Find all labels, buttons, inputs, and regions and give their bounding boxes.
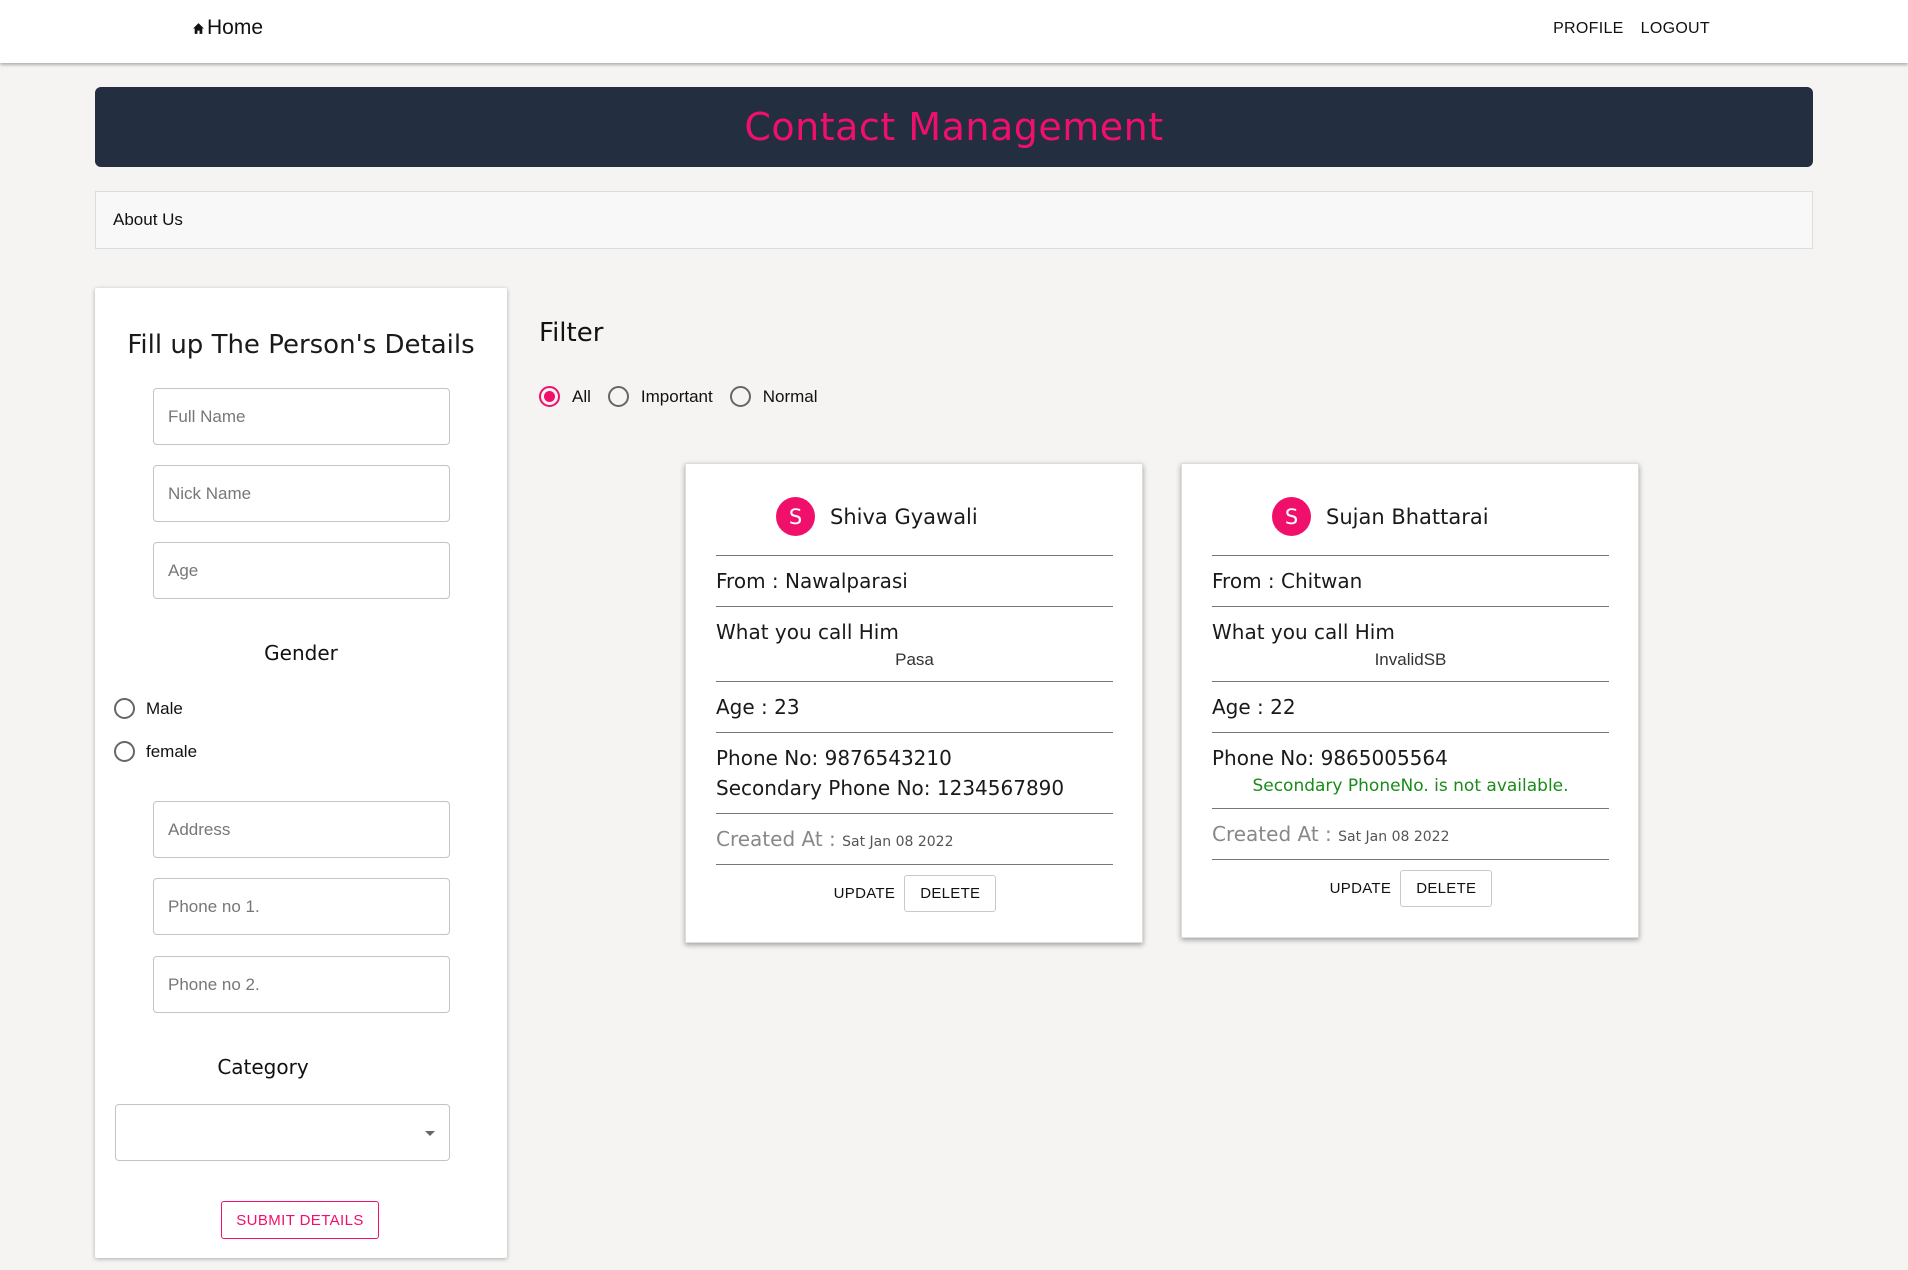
created-label: Created At : [716,827,836,851]
divider [716,606,1113,607]
delete-button[interactable]: DELETE [904,875,997,912]
radio-icon [114,741,135,762]
divider [716,864,1113,865]
contact-name: Sujan Bhattarai [1326,504,1489,529]
contact-name: Shiva Gyawali [830,504,978,529]
gender-label: Gender [264,641,338,665]
contact-from: From : Nawalparasi [716,569,908,593]
filter-important-option[interactable]: Important [607,386,713,407]
filter-all-option[interactable]: All [539,386,591,407]
radio-icon [607,386,629,407]
app-banner: Contact Management [95,87,1813,167]
contact-card: S Sujan Bhattarai From : Chitwan What yo… [1181,463,1639,938]
created-at: Created At : Sat Jan 08 2022 [1212,822,1449,846]
divider [1212,732,1609,733]
contact-header: S Sujan Bhattarai [1272,497,1489,536]
nick-name-field [153,465,450,522]
category-select[interactable] [115,1104,450,1161]
divider [1212,606,1609,607]
divider [716,555,1113,556]
dropdown-arrow-icon [425,1131,435,1136]
full-name-input[interactable] [154,389,449,444]
avatar: S [1272,497,1311,536]
about-us-link[interactable]: About Us [113,210,183,230]
contact-form-card: Fill up The Person's Details Gender Male… [95,288,507,1258]
contact-nickname: Pasa [895,650,934,669]
top-navbar: Home PROFILE LOGOUT [0,0,1908,63]
divider [1212,859,1609,860]
call-label: What you call Him [716,620,899,644]
nick-name-input[interactable] [154,466,449,521]
gender-female-option[interactable]: female [114,741,197,762]
radio-icon [114,698,135,719]
contact-secondary-phone: Secondary Phone No: 1234567890 [716,776,1065,800]
filter-options: All Important Normal [539,386,835,407]
filter-important-label: Important [640,386,713,406]
filter-title: Filter [539,318,604,348]
contact-age: Age : 23 [716,695,800,719]
age-input[interactable] [154,543,449,598]
call-label: What you call Him [1212,620,1395,644]
home-label: Home [207,16,264,39]
contact-from: From : Chitwan [1212,569,1363,593]
contact-nickname: InvalidSB [1374,650,1447,669]
created-date: Sat Jan 08 2022 [1338,829,1450,845]
card-actions: UPDATE DELETE [686,875,1144,912]
age-field [153,542,450,599]
submit-details-button[interactable]: SUBMIT DETAILS [221,1201,379,1239]
filter-normal-label: Normal [762,386,818,406]
avatar: S [776,497,815,536]
gender-male-label: Male [146,698,183,718]
created-label: Created At : [1212,822,1332,846]
update-button[interactable]: UPDATE [834,885,896,902]
filter-normal-option[interactable]: Normal [729,386,818,407]
phone1-input[interactable] [154,879,449,934]
profile-link[interactable]: PROFILE [1553,20,1624,38]
contact-phone: Phone No: 9876543210 [716,746,952,770]
about-bar: About Us [95,191,1813,249]
contact-phone: Phone No: 9865005564 [1212,746,1448,770]
contact-card: S Shiva Gyawali From : Nawalparasi What … [685,463,1143,943]
category-label: Category [217,1055,309,1079]
divider [716,813,1113,814]
top-nav-actions: PROFILE LOGOUT [1553,20,1710,38]
contact-age: Age : 22 [1212,695,1296,719]
contact-header: S Shiva Gyawali [776,497,978,536]
gender-male-option[interactable]: Male [114,698,183,719]
gender-female-label: female [146,741,198,761]
divider [1212,681,1609,682]
logout-link[interactable]: LOGOUT [1641,20,1710,38]
divider [716,681,1113,682]
delete-button[interactable]: DELETE [1400,870,1493,907]
update-button[interactable]: UPDATE [1330,880,1392,897]
app-title: Contact Management [744,105,1164,149]
phone2-field [153,956,450,1013]
home-link[interactable]: Home [192,16,263,40]
filter-all-label: All [572,386,591,406]
radio-checked-icon [539,386,560,407]
full-name-field [153,388,450,445]
created-at: Created At : Sat Jan 08 2022 [716,827,953,851]
secondary-phone-note: Secondary PhoneNo. is not available. [1252,776,1569,796]
address-field [153,801,450,858]
home-icon [193,22,204,34]
radio-icon [729,386,751,407]
divider [716,732,1113,733]
phone2-input[interactable] [154,957,449,1012]
created-date: Sat Jan 08 2022 [842,834,954,850]
divider [1212,555,1609,556]
card-actions: UPDATE DELETE [1182,870,1640,907]
phone1-field [153,878,450,935]
divider [1212,808,1609,809]
form-title: Fill up The Person's Details [127,330,475,360]
address-input[interactable] [154,802,449,857]
